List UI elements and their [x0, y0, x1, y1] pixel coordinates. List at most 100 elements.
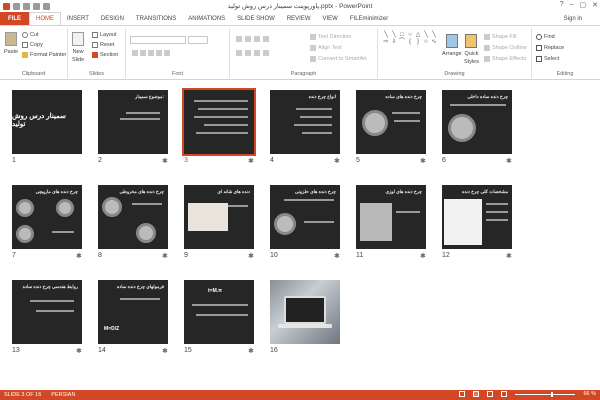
zoom-slider[interactable] — [515, 391, 576, 397]
zoom-slider-knob[interactable] — [551, 391, 554, 397]
tab-slide-show[interactable]: SLIDE SHOW — [231, 12, 281, 25]
slide-thumbnail-15[interactable]: t=M.π — [184, 280, 254, 344]
text-direction-button[interactable]: Text Direction — [310, 34, 351, 40]
transition-icon[interactable]: ✱ — [334, 157, 340, 165]
justify-icon[interactable] — [263, 50, 269, 56]
align-buttons[interactable] — [236, 50, 269, 56]
slide-thumbnail-9[interactable]: دنده های شانه ای — [184, 185, 254, 249]
transition-icon[interactable]: ✱ — [162, 157, 168, 165]
tab-view[interactable]: VIEW — [317, 12, 344, 25]
transition-icon[interactable]: ✱ — [506, 157, 512, 165]
slide-thumbnail-6[interactable]: چرخ دنده ساده داخلی — [442, 90, 512, 154]
tab-animations[interactable]: ANIMATIONS — [182, 12, 231, 25]
zoom-level[interactable]: 66 % — [583, 391, 596, 397]
tab-fileminimizer[interactable]: FILEminimizer — [344, 12, 394, 25]
tab-transitions[interactable]: TRANSITIONS — [130, 12, 182, 25]
tab-insert[interactable]: INSERT — [61, 12, 95, 25]
brace-shape-icon[interactable]: { — [406, 39, 414, 46]
star-shape-icon[interactable]: ☆ — [422, 39, 430, 46]
curve-shape-icon[interactable]: ⌒ — [398, 39, 406, 46]
align-left-icon[interactable] — [236, 50, 242, 56]
transition-icon[interactable]: ✱ — [248, 157, 254, 165]
font-size-combo[interactable] — [188, 36, 208, 44]
transition-icon[interactable]: ✱ — [76, 252, 82, 260]
triangle-shape-icon[interactable]: △ — [414, 32, 422, 39]
bold-icon[interactable] — [132, 50, 138, 56]
font-format-buttons[interactable] — [132, 50, 170, 56]
select-button[interactable]: Select — [536, 56, 559, 62]
align-center-icon[interactable] — [245, 50, 251, 56]
underline-icon[interactable] — [148, 50, 154, 56]
sign-in-link[interactable]: Sign in — [564, 16, 582, 22]
line-shape-icon[interactable]: ╲ — [430, 32, 438, 39]
find-button[interactable]: Find — [536, 34, 555, 40]
curve-shape-icon[interactable]: ∿ — [430, 39, 438, 46]
decrease-indent-icon[interactable] — [254, 36, 260, 42]
tab-design[interactable]: DESIGN — [95, 12, 130, 25]
cut-button[interactable]: Cut — [22, 32, 39, 38]
slide-thumbnail-3[interactable] — [182, 88, 256, 156]
brace-shape-icon[interactable]: } — [414, 39, 422, 46]
transition-icon[interactable]: ✱ — [248, 347, 254, 355]
language-indicator[interactable]: PERSIAN — [51, 392, 75, 398]
transition-icon[interactable]: ✱ — [162, 252, 168, 260]
transition-icon[interactable]: ✱ — [162, 347, 168, 355]
new-slide-button[interactable]: New Slide — [72, 32, 84, 63]
transition-icon[interactable]: ✱ — [506, 252, 512, 260]
slide-thumbnail-8[interactable]: چرخ دنده های مخروطی — [98, 185, 168, 249]
numbering-icon[interactable] — [245, 36, 251, 42]
arrange-button[interactable]: Arrange — [442, 34, 462, 57]
minimize-button[interactable]: – — [570, 1, 574, 9]
tab-review[interactable]: REVIEW — [281, 12, 317, 25]
reset-button[interactable]: Reset — [92, 42, 114, 48]
copy-button[interactable]: Copy — [22, 42, 43, 48]
increase-indent-icon[interactable] — [263, 36, 269, 42]
transition-icon[interactable]: ✱ — [420, 157, 426, 165]
transition-icon[interactable]: ✱ — [248, 252, 254, 260]
slide-thumbnail-16[interactable] — [270, 280, 340, 344]
strikethrough-icon[interactable] — [156, 50, 162, 56]
arrow-shape-icon[interactable]: ⇩ — [390, 39, 398, 46]
align-text-button[interactable]: Align Text — [310, 45, 342, 51]
slide-thumbnail-13[interactable]: روابط هندسی چرخ دنده ساده — [12, 280, 82, 344]
paste-button[interactable]: Paste — [4, 32, 18, 55]
transition-icon[interactable]: ✱ — [334, 252, 340, 260]
rectangle-shape-icon[interactable]: □ — [398, 32, 406, 39]
slide-thumbnail-7[interactable]: چرخ دنده های مارپیچی — [12, 185, 82, 249]
replace-button[interactable]: Replace — [536, 45, 564, 51]
bullets-icon[interactable] — [236, 36, 242, 42]
oval-shape-icon[interactable]: ○ — [406, 32, 414, 39]
close-button[interactable]: ✕ — [592, 1, 598, 9]
shape-outline-button[interactable]: Shape Outline — [484, 45, 527, 51]
convert-smartart-button[interactable]: Convert to SmartArt — [310, 56, 367, 62]
slide-thumbnail-10[interactable]: چرخ دنده های حلزونی — [270, 185, 340, 249]
slide-thumbnail-11[interactable]: چرخ دنده های لوزی — [356, 185, 426, 249]
reading-view-icon[interactable] — [487, 391, 494, 397]
slideshow-icon[interactable] — [501, 391, 508, 397]
line-shape-icon[interactable]: ╲ — [422, 32, 430, 39]
shape-fill-button[interactable]: Shape Fill — [484, 34, 516, 40]
tab-file[interactable]: FILE — [0, 12, 29, 25]
layout-button[interactable]: Layout — [92, 32, 117, 38]
quick-styles-button[interactable]: Quick Styles — [464, 34, 479, 65]
arrow-shape-icon[interactable]: ⇨ — [382, 39, 390, 46]
line-shape-icon[interactable]: ╲ — [382, 32, 390, 39]
slide-thumbnail-12[interactable]: مشخصات کلی چرخ دنده — [442, 185, 512, 249]
format-painter-button[interactable]: Format Painter — [22, 52, 66, 58]
slide-thumbnail-14[interactable]: فرمولهای چرخ دنده ساده M=D/Z — [98, 280, 168, 344]
transition-icon[interactable]: ✱ — [76, 347, 82, 355]
slide-thumbnail-5[interactable]: چرخ دنده های ساده — [356, 90, 426, 154]
help-button[interactable]: ? — [560, 1, 564, 9]
font-color-icon[interactable] — [164, 50, 170, 56]
italic-icon[interactable] — [140, 50, 146, 56]
restore-button[interactable]: ▢ — [580, 1, 587, 9]
align-right-icon[interactable] — [254, 50, 260, 56]
slide-thumbnail-2[interactable]: موضوع سمینار: — [98, 90, 168, 154]
tab-home[interactable]: HOME — [29, 12, 61, 25]
slide-thumbnail-4[interactable]: انواع چرخ دنده — [270, 90, 340, 154]
list-buttons[interactable] — [236, 36, 269, 42]
slide-thumbnail-1[interactable]: سمینار درس روش تولید — [12, 90, 82, 154]
shapes-gallery[interactable]: ╲ ╲ □ ○ △ ╲ ╲ ⇨ ⇩ ⌒{} ☆ ∿ — [382, 32, 440, 62]
normal-view-icon[interactable] — [459, 391, 466, 397]
slide-sorter-icon[interactable] — [473, 391, 480, 397]
